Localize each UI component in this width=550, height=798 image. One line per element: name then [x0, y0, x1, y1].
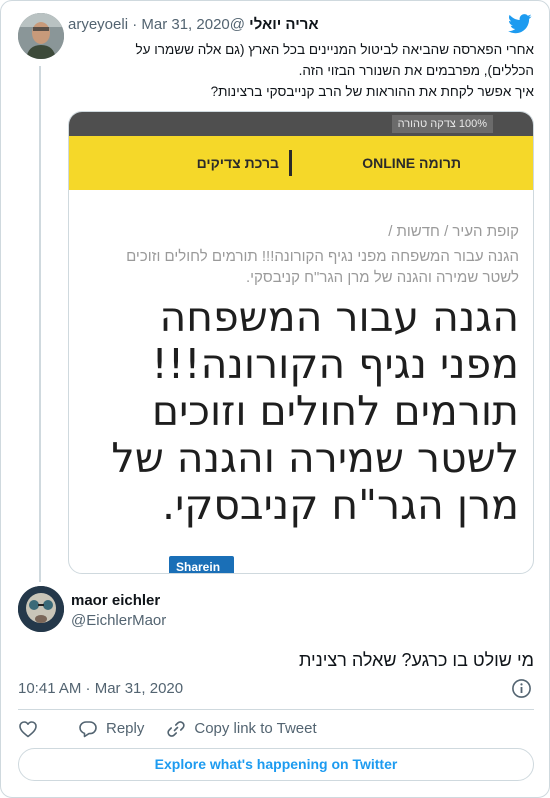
reply-tweet-text: מי שולט בו כרגע? שאלה רצינית — [298, 650, 534, 670]
site-breadcrumb: קופת העיר / חדשות / — [388, 223, 519, 240]
nav-item-donate-online: תרומה ONLINE — [362, 155, 461, 171]
info-icon[interactable] — [511, 678, 532, 699]
nav-divider — [289, 150, 292, 176]
avatar-eichlermaor[interactable] — [18, 586, 64, 632]
headline-line: תורמים לחולים וזוכים — [151, 387, 519, 435]
avatar-aryeyoeli[interactable] — [18, 13, 64, 59]
thread-connector-line — [39, 66, 41, 582]
link-icon — [167, 721, 186, 737]
tweet-actions: Reply Copy link to Tweet — [18, 718, 339, 740]
tweet-media-image[interactable]: 100% צדקה טהורה תרומה ONLINE ברכת צדיקים… — [68, 111, 534, 574]
action-divider — [18, 709, 534, 710]
explore-twitter-button[interactable]: Explore what's happening on Twitter — [18, 748, 534, 781]
tweet-text-line: איך אפשר לקחת את ההוראות של הרב קנייבסקי… — [210, 84, 534, 99]
parent-tweet-header: אריה יואלי @aryeyoeli · Mar 31, 2020 — [68, 15, 483, 35]
promo-badge: 100% צדקה טהורה — [391, 115, 493, 133]
nav-item-blessing: ברכת צדיקים — [196, 155, 279, 171]
reply-timestamp[interactable]: 10:41 AM · Mar 31, 2020 — [18, 680, 183, 698]
article-headline: הגנה עבור המשפחה מפני נגיף הקורונה!!! תו… — [99, 294, 519, 529]
copy-link-button[interactable]: Copy link to Tweet — [166, 719, 317, 739]
heart-icon — [19, 721, 37, 738]
twitter-bird-icon[interactable] — [508, 14, 532, 34]
share-label: Share — [176, 560, 210, 574]
like-button[interactable] — [18, 719, 46, 739]
linkedin-share-button: Sharein — [169, 556, 234, 574]
reply-author-name[interactable]: maor eichler — [71, 592, 160, 610]
reply-label: Reply — [106, 720, 145, 737]
tweet-text-line: הכללים), מפרבמים את השנורר הבזוי הזה. — [298, 63, 534, 78]
reply-author-handle[interactable]: @EichlerMaor — [71, 612, 166, 630]
headline-line: מרן הגר"ח קניבסקי. — [162, 481, 519, 529]
subtitle-line: לשטר שמירה והגנה של מרן הגר"ח קניבסקי. — [245, 269, 519, 286]
headline-line: מפני נגיף הקורונה!!! — [151, 340, 519, 388]
subtitle-line: הגנה עבור המשפחה מפני נגיף הקורונה!!! תו… — [126, 248, 519, 265]
linkedin-icon: in — [209, 560, 221, 574]
parent-tweet-text: אחרי הפארסה שהביאה לביטול המניינים בכל ה… — [68, 39, 534, 102]
headline-line: לשטר שמירה והגנה של — [111, 434, 519, 482]
headline-line: הגנה עבור המשפחה — [159, 293, 520, 341]
tweet-date[interactable]: Mar 31, 2020 — [141, 16, 229, 33]
article-subtitle: הגנה עבור המשפחה מפני נגיף הקורונה!!! תו… — [99, 246, 519, 288]
reply-button[interactable]: Reply — [78, 719, 144, 739]
reply-icon — [79, 721, 97, 738]
separator-dot: · — [132, 16, 138, 33]
tweet-text-line: אחרי הפארסה שהביאה לביטול המניינים בכל ה… — [135, 42, 534, 57]
author-name[interactable]: אריה יואלי — [249, 16, 319, 33]
copy-link-label: Copy link to Tweet — [194, 720, 317, 737]
